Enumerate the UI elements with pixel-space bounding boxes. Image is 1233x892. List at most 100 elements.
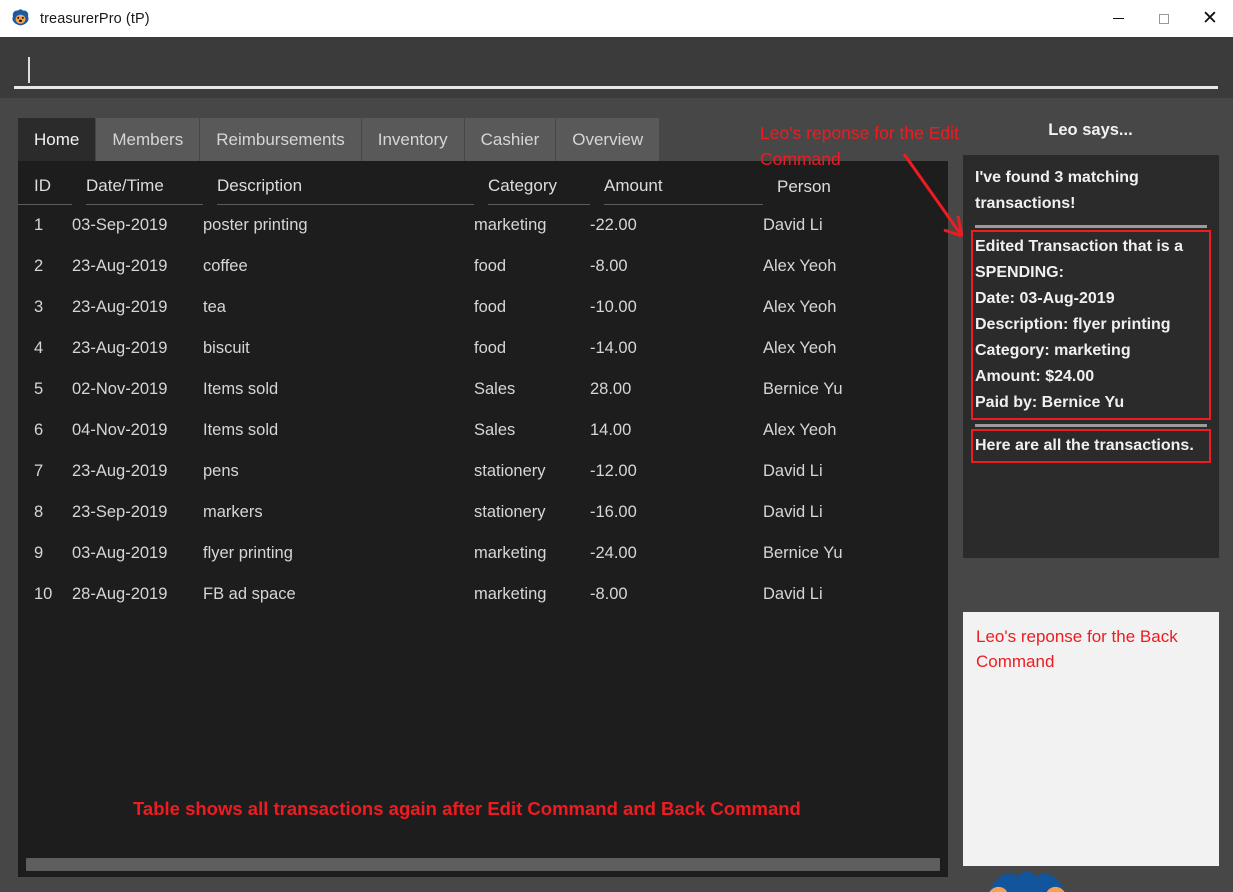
feedback-display-box[interactable]: Leo's reponse for the Back Command	[963, 612, 1219, 866]
edited-transaction-paid-by: Paid by: Bernice Yu	[975, 394, 1125, 411]
cell-description: coffee	[203, 257, 248, 275]
tab-label: Reimbursements	[216, 129, 345, 149]
tab-cashier[interactable]: Cashier	[464, 118, 557, 161]
table-row[interactable]: 7 23-Aug-2019 pens stationery -12.00 Dav…	[18, 451, 948, 492]
result-all-transactions-block: Here are all the transactions.	[971, 429, 1211, 463]
cell-amount: -14.00	[590, 339, 637, 357]
application-window: treasurerPro (tP) ✕ Home Members Reimbur…	[0, 0, 1233, 892]
cell-amount: -16.00	[590, 503, 637, 521]
cell-amount: 14.00	[590, 421, 632, 439]
close-icon: ✕	[1202, 7, 1218, 29]
tab-home[interactable]: Home	[18, 118, 97, 161]
result-found-message-block: I've found 3 matching transactions!	[975, 165, 1207, 217]
cell-category: marketing	[474, 585, 547, 603]
column-header-person[interactable]: Person	[777, 169, 927, 205]
cell-id: 4	[34, 339, 44, 357]
tab-members[interactable]: Members	[96, 118, 201, 161]
annotation-table-note: Table shows all transactions again after…	[133, 798, 801, 819]
column-header-description[interactable]: Description	[217, 169, 474, 205]
cell-category: stationery	[474, 462, 546, 480]
result-display-panel[interactable]: I've found 3 matching transactions! Edit…	[963, 155, 1219, 558]
tab-inventory[interactable]: Inventory	[361, 118, 465, 161]
cell-datetime: 02-Nov-2019	[72, 380, 168, 398]
cell-id: 2	[34, 257, 44, 275]
cell-description: biscuit	[203, 339, 250, 357]
column-header-category[interactable]: Category	[488, 169, 590, 205]
close-button[interactable]: ✕	[1187, 0, 1233, 37]
cell-description: tea	[203, 298, 226, 316]
cell-category: marketing	[474, 544, 547, 562]
edited-transaction-amount: Amount: $24.00	[975, 368, 1095, 385]
cell-datetime: 03-Aug-2019	[72, 544, 168, 562]
cell-id: 3	[34, 298, 44, 316]
title-bar: treasurerPro (tP) ✕	[0, 0, 1233, 37]
column-header-id[interactable]: ID	[18, 169, 72, 205]
minimize-button[interactable]	[1095, 0, 1141, 37]
horizontal-scrollbar[interactable]	[18, 851, 948, 877]
table-row[interactable]: 1 03-Sep-2019 poster printing marketing …	[18, 205, 948, 246]
cell-category: food	[474, 298, 507, 316]
title-bar-left: treasurerPro (tP)	[0, 0, 1095, 37]
window-controls: ✕	[1095, 0, 1233, 37]
tab-reimbursements[interactable]: Reimbursements	[200, 118, 362, 161]
table-row[interactable]: 8 23-Sep-2019 markers stationery -16.00 …	[18, 492, 948, 533]
transactions-table-panel: ID Date/Time Description Category Amount…	[18, 161, 948, 877]
table-row[interactable]: 4 23-Aug-2019 biscuit food -14.00 Alex Y…	[18, 328, 948, 369]
table-row[interactable]: 10 28-Aug-2019 FB ad space marketing -8.…	[18, 574, 948, 615]
cell-description: poster printing	[203, 216, 308, 234]
cell-person: David Li	[763, 216, 823, 234]
cell-description: pens	[203, 462, 239, 480]
command-input[interactable]	[14, 49, 1218, 89]
result-edited-transaction-block: Edited Transaction that is a SPENDING: D…	[971, 230, 1211, 420]
cell-datetime: 23-Aug-2019	[72, 298, 168, 316]
cell-description: markers	[203, 503, 263, 521]
result-all-transactions-message: Here are all the transactions.	[975, 437, 1194, 454]
column-header-datetime[interactable]: Date/Time	[86, 169, 203, 205]
column-header-amount[interactable]: Amount	[604, 169, 763, 205]
table-row[interactable]: 6 04-Nov-2019 Items sold Sales 14.00 Ale…	[18, 410, 948, 451]
cell-amount: 28.00	[590, 380, 632, 398]
command-input-underline	[14, 86, 1218, 89]
cell-amount: -8.00	[590, 585, 628, 603]
tab-label: Home	[34, 129, 80, 149]
cell-amount: -24.00	[590, 544, 637, 562]
cell-person: Bernice Yu	[763, 544, 843, 562]
cell-datetime: 28-Aug-2019	[72, 585, 168, 603]
cell-amount: -12.00	[590, 462, 637, 480]
mascot-panel	[963, 868, 1219, 892]
lion-mascot-icon	[988, 871, 1066, 892]
maximize-button[interactable]	[1141, 0, 1187, 37]
window-title: treasurerPro (tP)	[40, 10, 150, 27]
cell-datetime: 23-Aug-2019	[72, 339, 168, 357]
cell-category: food	[474, 339, 507, 357]
scrollbar-thumb[interactable]	[26, 857, 940, 871]
edited-transaction-category: Category: marketing	[975, 342, 1131, 359]
tab-bar: Home Members Reimbursements Inventory Ca…	[18, 118, 661, 161]
cell-category: Sales	[474, 380, 516, 398]
main-content-left: Home Members Reimbursements Inventory Ca…	[8, 106, 956, 884]
cell-person: David Li	[763, 585, 823, 603]
table-row[interactable]: 2 23-Aug-2019 coffee food -8.00 Alex Yeo…	[18, 246, 948, 287]
tab-label: Inventory	[377, 129, 448, 149]
cell-person: David Li	[763, 462, 823, 480]
transactions-table: ID Date/Time Description Category Amount…	[18, 161, 948, 615]
cell-amount: -22.00	[590, 216, 637, 234]
cell-datetime: 23-Sep-2019	[72, 503, 168, 521]
cell-datetime: 03-Sep-2019	[72, 216, 168, 234]
main-content-right: Leo says... I've found 3 matching transa…	[956, 106, 1225, 892]
table-row[interactable]: 5 02-Nov-2019 Items sold Sales 28.00 Ber…	[18, 369, 948, 410]
cell-category: Sales	[474, 421, 516, 439]
cell-id: 10	[34, 585, 53, 603]
cell-person: Bernice Yu	[763, 380, 843, 398]
annotation-edit-command: Leo's reponse for the Edit Command	[760, 123, 959, 169]
cell-person: Alex Yeoh	[763, 421, 837, 439]
annotation-back-command: Leo's reponse for the Back Command	[976, 627, 1178, 671]
cell-id: 6	[34, 421, 44, 439]
tab-overview[interactable]: Overview	[556, 118, 661, 161]
cell-datetime: 04-Nov-2019	[72, 421, 168, 439]
cell-id: 8	[34, 503, 44, 521]
table-row[interactable]: 3 23-Aug-2019 tea food -10.00 Alex Yeoh	[18, 287, 948, 328]
table-row[interactable]: 9 03-Aug-2019 flyer printing marketing -…	[18, 533, 948, 574]
tab-label: Overview	[572, 129, 644, 149]
cell-category: food	[474, 257, 507, 275]
